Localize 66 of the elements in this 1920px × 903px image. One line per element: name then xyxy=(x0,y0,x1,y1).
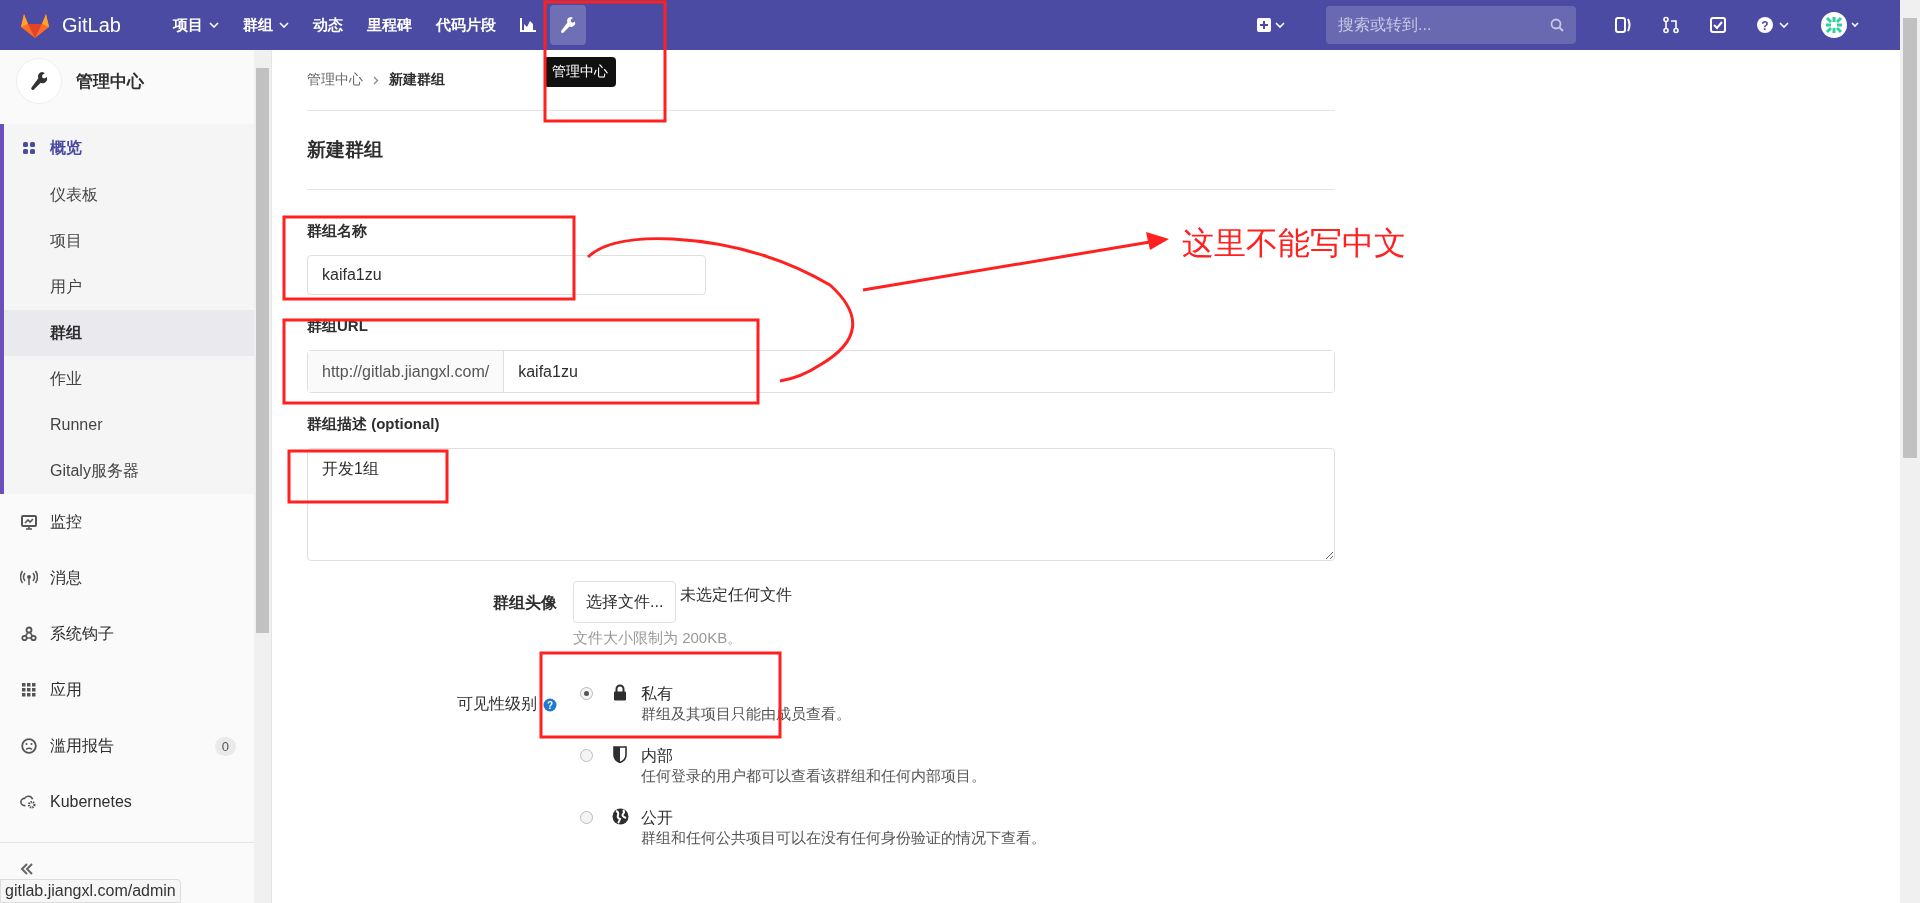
scrollbar[interactable] xyxy=(1900,0,1920,903)
option-title: 公开 xyxy=(641,808,674,828)
sidebar-subitem[interactable]: 作业 xyxy=(4,356,254,402)
sidebar-title: 管理中心 xyxy=(76,70,144,93)
hint-text: 文件大小限制为 200KB。 xyxy=(573,629,744,648)
field-label: 可见性级别 xyxy=(457,694,537,714)
option-description: 群组和任何公共项目可以在没有任何身份验证的情况下查看。 xyxy=(641,828,1046,848)
chevron-down-icon xyxy=(209,22,219,28)
option-title: 私有 xyxy=(641,684,674,704)
annotation-note: 这里不能写中文 xyxy=(1182,224,1406,263)
file-status: 未选定任何文件 xyxy=(680,585,793,605)
sidebar-item[interactable]: 滥用报告 0 xyxy=(0,718,254,774)
option-description: 任何登录的用户都可以查看该群组和任何内部项目。 xyxy=(641,766,986,786)
search-icon xyxy=(1550,18,1564,32)
sidebar-item[interactable]: 应用 xyxy=(0,662,254,718)
sidebar-item[interactable]: 消息 xyxy=(0,550,254,606)
option-title: 内部 xyxy=(641,746,674,766)
globe-icon xyxy=(611,808,629,825)
breadcrumb-current: 新建群组 xyxy=(389,71,445,89)
tooltip: 管理中心 xyxy=(544,57,616,87)
nav-menu-item[interactable]: 里程碑 xyxy=(357,7,422,43)
count-badge: 0 xyxy=(214,736,236,756)
sidebar-subitem[interactable]: Gitaly服务器 xyxy=(4,448,254,494)
nav-menu-item[interactable]: 代码片段 xyxy=(426,7,506,43)
sad-face-icon xyxy=(21,738,37,754)
brand-name[interactable]: GitLab xyxy=(62,13,121,37)
status-url: gitlab.jiangxl.com/admin xyxy=(0,879,181,903)
sidebar-subitem[interactable]: 群组 xyxy=(4,310,254,356)
radio-button[interactable] xyxy=(580,687,593,700)
sidebar-subitem[interactable]: Runner xyxy=(4,402,254,448)
sidebar-item[interactable]: 系统钩子 xyxy=(0,606,254,662)
shield-icon xyxy=(613,746,627,763)
lock-icon xyxy=(613,684,627,701)
nav-menu-item[interactable]: 群组 xyxy=(233,7,299,43)
chevron-right-icon xyxy=(373,75,379,85)
nav-menu-item[interactable]: 项目 xyxy=(163,7,229,43)
description-field[interactable]: 开发1组 xyxy=(307,448,1335,561)
sidebar-subitem[interactable]: 仪表板 xyxy=(4,172,254,218)
sidebar-subitem[interactable]: 用户 xyxy=(4,264,254,310)
radio-button[interactable] xyxy=(580,811,593,824)
hook-icon xyxy=(21,626,37,642)
apps-grid-icon xyxy=(22,683,36,697)
wrench-icon[interactable] xyxy=(550,5,586,45)
help-icon[interactable]: ? xyxy=(543,697,557,712)
page-title: 新建群组 xyxy=(307,111,1335,190)
sidebar-item[interactable]: 概览 xyxy=(4,124,254,172)
wrench-icon xyxy=(16,58,62,104)
radio-button[interactable] xyxy=(580,749,593,762)
breadcrumb-link[interactable]: 管理中心 xyxy=(307,71,363,89)
nav-menu-item[interactable]: 动态 xyxy=(303,7,353,43)
scrollbar[interactable] xyxy=(254,50,271,903)
sidebar-item[interactable]: 监控 xyxy=(0,494,254,550)
grid-icon xyxy=(22,141,36,155)
sidebar-item[interactable]: Kubernetes xyxy=(0,774,254,830)
broadcast-icon xyxy=(20,570,38,586)
group-url-field[interactable]: http://gitlab.jiangxl.com/ kaifa1zu xyxy=(307,350,1335,393)
cloud-gear-icon xyxy=(20,794,38,810)
double-chevron-left-icon xyxy=(20,863,34,875)
choose-file-button[interactable]: 选择文件... xyxy=(573,581,677,623)
group-name-field[interactable]: kaifa1zu xyxy=(307,255,706,295)
sidebar-subitem[interactable]: 项目 xyxy=(4,218,254,264)
chevron-down-icon xyxy=(279,22,289,28)
field-label: 群组头像 xyxy=(492,593,557,613)
monitor-icon xyxy=(21,514,37,530)
field-label: 群组描述 (optional) xyxy=(307,415,441,434)
field-label: 群组名称 xyxy=(307,222,368,241)
